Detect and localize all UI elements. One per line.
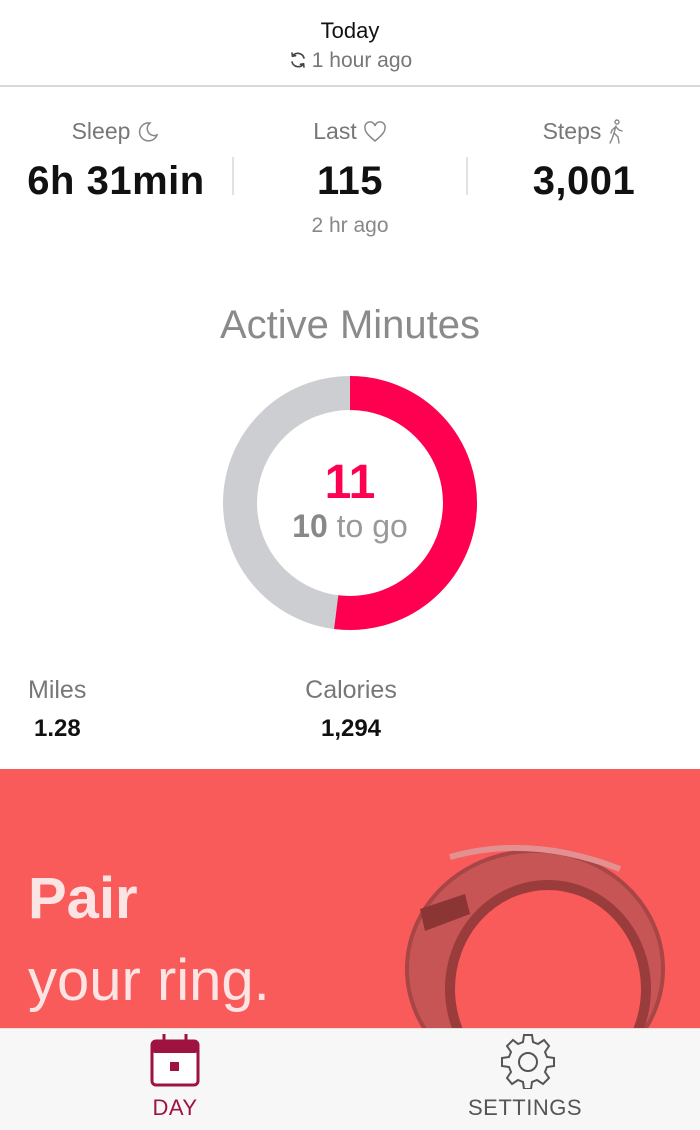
nav-settings-tab[interactable]: SETTINGS [435,1029,615,1130]
last-heart-rate-stat[interactable]: Last 115 2 hr ago [250,118,450,238]
gear-icon [501,1034,555,1089]
walking-icon [609,118,624,144]
last-label-row: Last [313,118,386,145]
steps-label: Steps [542,118,602,144]
sleep-stat[interactable]: Sleep 6h 31min [14,118,218,204]
steps-value: 3,001 [532,159,636,203]
remaining-value: 10 [292,508,328,544]
calendar-icon [150,1034,200,1087]
sleep-value: 6h 31min [27,159,205,203]
miles-metric[interactable]: Miles 1.28 [28,676,86,743]
banner-title: Pair [28,866,138,931]
moon-icon [139,121,159,142]
sleep-label: Sleep [71,118,131,144]
steps-stat[interactable]: Steps 3,001 [484,118,684,204]
page-title: Today [320,18,380,43]
pair-ring-banner[interactable]: Pair your ring. [0,769,700,1029]
stat-divider [466,157,468,195]
calories-metric[interactable]: Calories 1,294 [298,676,404,743]
active-minutes-title: Active Minutes [219,303,481,347]
bottom-nav: DAY SETTINGS [0,1028,700,1130]
nav-day-label: DAY [152,1095,198,1120]
active-minutes-remaining: 10 to go [222,508,478,545]
nav-settings-label: SETTINGS [467,1095,582,1120]
sync-time: 1 hour ago [311,49,413,72]
sync-status[interactable]: 1 hour ago [0,49,700,73]
sync-icon [290,52,305,68]
nav-day-tab[interactable]: DAY [85,1029,265,1130]
miles-label: Miles [28,676,87,704]
calories-label: Calories [305,676,397,704]
remaining-suffix: to go [336,508,408,544]
header: Today 1 hour ago [0,0,700,87]
last-label: Last [313,118,357,144]
banner-subtitle: your ring. [28,948,270,1013]
ring-image [405,844,665,1029]
stat-divider [232,157,234,195]
last-time: 2 hr ago [311,214,389,237]
last-value: 115 [316,159,384,203]
calories-value: 1,294 [320,715,382,742]
heart-icon [363,120,386,142]
miles-value: 1.28 [34,715,81,742]
steps-label-row: Steps [543,118,626,145]
sleep-label-row: Sleep [72,118,161,145]
active-minutes-value: 11 [324,456,376,509]
